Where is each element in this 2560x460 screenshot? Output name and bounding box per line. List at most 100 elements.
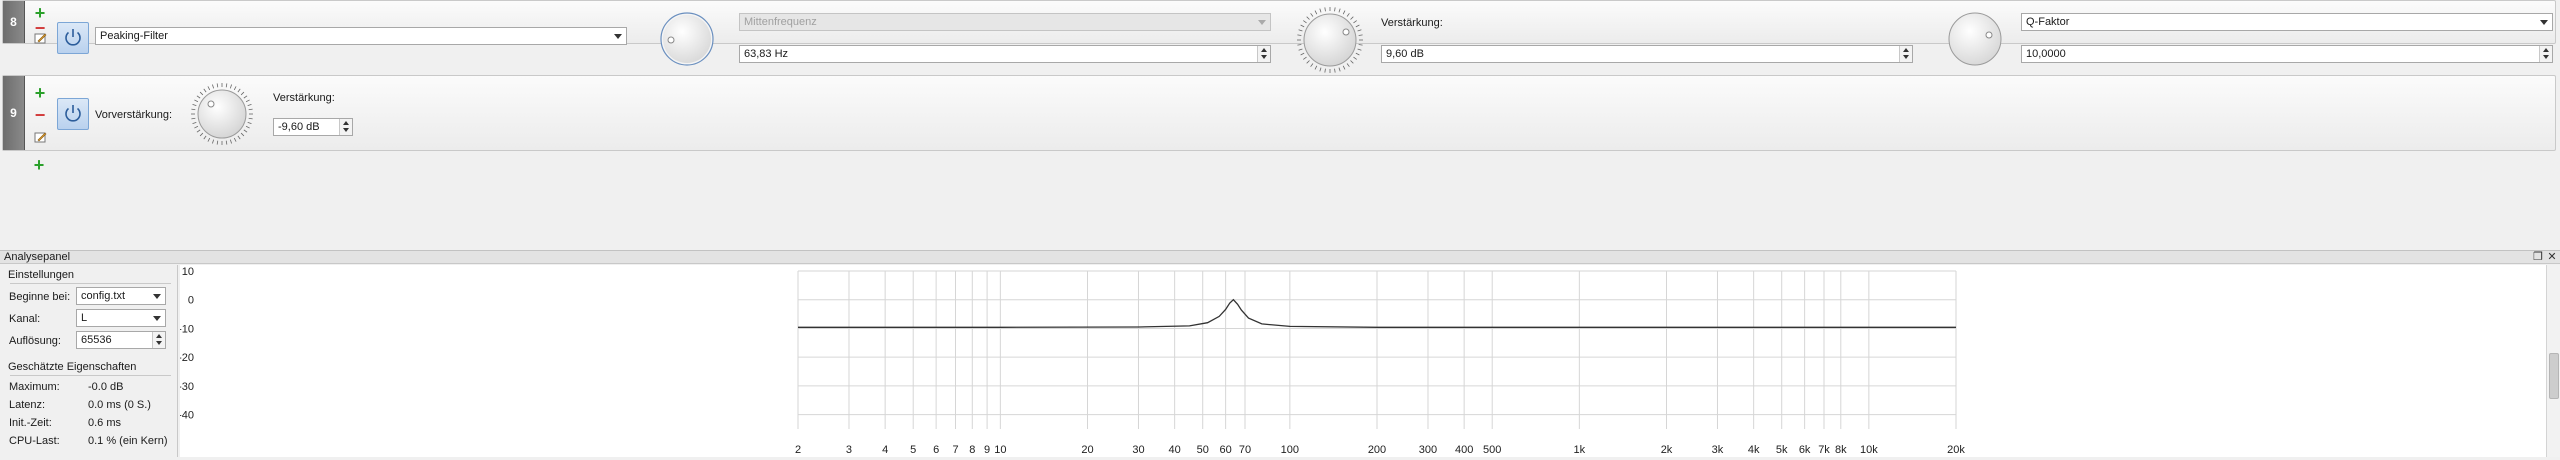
frequency-response-chart[interactable]: 100-10-20-30-402345678910203040506070100…: [178, 265, 2546, 457]
preamp-gain-knob[interactable]: [189, 81, 255, 147]
x-tick-label: 5k: [1776, 444, 1788, 456]
x-tick-label: 2: [795, 444, 801, 456]
x-tick-label: 2k: [1661, 444, 1673, 456]
filter-type-select[interactable]: Peaking-Filter: [95, 27, 627, 45]
q-value: 10,0000: [2026, 48, 2066, 60]
x-tick-label: 400: [1455, 444, 1473, 456]
frequency-input[interactable]: 63,83 Hz: [739, 45, 1271, 63]
analysis-panel-header: Analysepanel ❐ ✕: [0, 250, 2560, 264]
preamp-gain-input[interactable]: -9,60 dB: [273, 118, 353, 136]
latency-value: 0.0 ms (0 S.): [88, 399, 151, 411]
y-tick-label: -10: [180, 323, 194, 335]
gain-value: 9,60 dB: [1386, 48, 1424, 60]
analysis-sidebar: Einstellungen Beginne bei: config.txt Ka…: [0, 265, 178, 457]
cpu-label: CPU-Last:: [9, 435, 60, 447]
vertical-scrollbar[interactable]: [2546, 265, 2560, 457]
x-tick-label: 40: [1169, 444, 1181, 456]
preamp-label: Vorverstärkung:: [95, 109, 173, 121]
x-tick-label: 10k: [1860, 444, 1878, 456]
channel-value: L: [81, 312, 88, 324]
start-value: config.txt: [81, 290, 126, 302]
q-mode-value: Q-Faktor: [2026, 16, 2070, 28]
x-tick-label: 8: [969, 444, 975, 456]
x-tick-label: 3k: [1712, 444, 1724, 456]
q-input[interactable]: 10,0000: [2021, 45, 2553, 63]
power-toggle-button[interactable]: [57, 22, 89, 54]
cpu-value: 0.1 % (ein Kern): [88, 435, 168, 447]
gain-knob[interactable]: [1295, 5, 1365, 75]
filter-list: 8 Peaking-Filter Mittenfrequenz 63,83 Hz: [0, 0, 2560, 250]
preamp-gain-value: -9,60 dB: [278, 121, 320, 133]
resolution-value: 65536: [81, 334, 112, 346]
x-tick-label: 4: [882, 444, 888, 456]
channel-select[interactable]: L: [76, 309, 166, 327]
remove-filter-icon[interactable]: [33, 108, 47, 122]
y-tick-label: 10: [182, 266, 194, 278]
start-label: Beginne bei:: [9, 291, 71, 303]
divider: [10, 283, 171, 284]
y-tick-label: -30: [180, 381, 194, 393]
y-tick-label: -40: [180, 410, 194, 422]
frequency-mode-value: Mittenfrequenz: [744, 16, 817, 28]
y-tick-label: -20: [180, 352, 194, 364]
resolution-input[interactable]: 65536: [76, 331, 166, 349]
x-tick-label: 7: [952, 444, 958, 456]
x-tick-label: 30: [1132, 444, 1144, 456]
x-tick-label: 9: [984, 444, 990, 456]
x-tick-label: 500: [1483, 444, 1501, 456]
x-tick-label: 6k: [1799, 444, 1811, 456]
edit-filter-icon[interactable]: [33, 130, 47, 144]
init-time-value: 0.6 ms: [88, 417, 122, 429]
preamp-gain-label: Verstärkung:: [273, 92, 335, 104]
close-icon[interactable]: ✕: [2546, 251, 2558, 263]
x-tick-label: 200: [1368, 444, 1386, 456]
filter-row-8: 8 Peaking-Filter Mittenfrequenz 63,83 Hz: [2, 0, 2556, 73]
divider: [10, 375, 171, 376]
x-tick-label: 20: [1081, 444, 1093, 456]
filter-number: 8: [3, 1, 25, 43]
latency-label: Latenz:: [9, 399, 46, 411]
filter-number: 9: [3, 76, 25, 150]
frequency-knob[interactable]: [659, 11, 715, 67]
x-tick-label: 8k: [1835, 444, 1847, 456]
x-tick-label: 20k: [1947, 444, 1965, 456]
frequency-value: 63,83 Hz: [744, 48, 789, 60]
x-tick-label: 1k: [1574, 444, 1586, 456]
x-tick-label: 50: [1197, 444, 1209, 456]
q-mode-select[interactable]: Q-Faktor: [2021, 13, 2553, 31]
frequency-mode-select: Mittenfrequenz: [739, 13, 1271, 31]
power-icon: [65, 105, 81, 122]
x-tick-label: 3: [846, 444, 852, 456]
power-icon: [65, 29, 81, 46]
resolution-label: Auflösung:: [9, 335, 61, 347]
x-tick-label: 60: [1220, 444, 1232, 456]
x-tick-label: 4k: [1748, 444, 1760, 456]
y-tick-label: 0: [188, 295, 194, 307]
x-tick-label: 7k: [1818, 444, 1830, 456]
init-time-label: Init.-Zeit:: [9, 417, 52, 429]
power-toggle-button[interactable]: [57, 98, 89, 130]
q-knob[interactable]: [1947, 11, 2003, 67]
undock-icon[interactable]: ❐: [2532, 251, 2544, 263]
start-select[interactable]: config.txt: [76, 287, 166, 305]
x-tick-label: 100: [1281, 444, 1299, 456]
panel-title: Analysepanel: [4, 251, 71, 263]
x-tick-label: 6: [933, 444, 939, 456]
filter-row-9: 9 Vorverstärkung: Verstärkung: -9,60 dB: [2, 75, 2556, 151]
filter-type-value: Peaking-Filter: [100, 30, 168, 42]
scrollbar-thumb[interactable]: [2549, 353, 2559, 399]
gain-label: Verstärkung:: [1381, 17, 1443, 29]
add-filter-icon[interactable]: [33, 86, 47, 100]
gain-input[interactable]: 9,60 dB: [1381, 45, 1913, 63]
frequency-response-plot[interactable]: 100-10-20-30-402345678910203040506070100…: [178, 265, 2546, 457]
properties-header: Geschätzte Eigenschaften: [8, 361, 137, 373]
x-tick-label: 70: [1239, 444, 1251, 456]
channel-label: Kanal:: [9, 313, 41, 325]
add-filter-icon[interactable]: [32, 158, 46, 172]
max-value: -0.0 dB: [88, 381, 124, 393]
edit-filter-icon[interactable]: [33, 31, 47, 45]
x-tick-label: 5: [910, 444, 916, 456]
x-tick-label: 300: [1419, 444, 1437, 456]
settings-header: Einstellungen: [8, 269, 75, 281]
max-label: Maximum:: [9, 381, 60, 393]
